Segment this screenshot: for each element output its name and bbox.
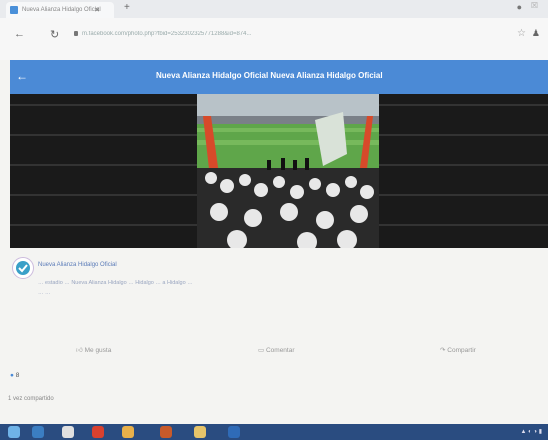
facebook-header: ← Nueva Alianza Hidalgo Oficial Nueva Al… (10, 60, 548, 94)
share-icon: ↷ (440, 347, 446, 354)
window-controls-icon[interactable]: ● (517, 2, 522, 12)
reaction-count: 8 (15, 372, 20, 379)
post-text: … estadio … Nueva Alianza Hidalgo … Hida… (38, 280, 193, 286)
share-count[interactable]: 1 vez compartido (8, 396, 54, 402)
post-author[interactable]: Nueva Alianza Hidalgo Oficial (38, 262, 117, 268)
chrome-icon[interactable] (92, 426, 104, 438)
taskbar-app-icon[interactable] (62, 426, 74, 438)
page-title: Nueva Alianza Hidalgo Oficial Nueva Alia… (156, 71, 383, 80)
user-icon[interactable]: ♟ (532, 28, 540, 39)
taskbar-app-icon[interactable] (122, 426, 134, 438)
close-tab-icon[interactable]: ✕ (94, 6, 100, 14)
url-field[interactable]: m.facebook.com/photo.php?fbid=2532302325… (82, 31, 478, 37)
comment-button[interactable]: ▭ Comentar (258, 346, 295, 354)
stadium-photo[interactable] (197, 94, 379, 248)
window-close-icon[interactable]: ☒ (531, 1, 538, 10)
word-icon[interactable] (228, 426, 240, 438)
taskbar-app-icon[interactable] (32, 426, 44, 438)
nueva-alianza-logo-icon (16, 261, 30, 275)
tab-title: Nueva Alianza Hidalgo Oficial (22, 7, 101, 13)
folder-icon[interactable] (194, 426, 206, 438)
os-taskbar: ▲ ◐ ◑ ▮ (0, 424, 548, 440)
start-button-icon[interactable] (8, 426, 20, 438)
browser-tab-strip: Nueva Alianza Hidalgo Oficial ✕ + ● ☒ (0, 0, 548, 18)
share-button[interactable]: ↷ Compartir (440, 346, 476, 354)
photo-viewer[interactable] (10, 94, 548, 248)
comment-label: Comentar (265, 347, 295, 354)
thumbs-up-icon: 👍︎ (76, 347, 83, 354)
new-tab-icon[interactable]: + (124, 2, 130, 13)
system-tray[interactable]: ▲ ◐ ◑ ▮ (521, 428, 543, 435)
back-arrow-icon[interactable]: ← (16, 69, 28, 83)
taskbar-app-icon[interactable] (160, 426, 172, 438)
browser-tab[interactable]: Nueva Alianza Hidalgo Oficial ✕ (6, 2, 114, 18)
bookmark-star-icon[interactable]: ☆ (517, 28, 526, 39)
facebook-favicon-icon (10, 6, 18, 14)
lock-icon (74, 31, 78, 36)
post-text-continued: … … (38, 290, 51, 296)
reload-icon[interactable]: ↻ (50, 28, 59, 41)
stadium-photo-image (197, 94, 379, 248)
like-reaction-icon: ● (10, 372, 14, 379)
comment-icon: ▭ (258, 347, 265, 354)
back-arrow-icon[interactable]: ← (14, 28, 25, 40)
reaction-summary[interactable]: ● 8 (10, 372, 19, 379)
like-label: Me gusta (84, 347, 112, 354)
like-button[interactable]: 👍︎ Me gusta (76, 346, 111, 354)
share-label: Compartir (447, 347, 476, 354)
avatar[interactable] (12, 257, 34, 279)
address-bar: ← ↻ m.facebook.com/photo.php?fbid=253230… (0, 18, 548, 60)
